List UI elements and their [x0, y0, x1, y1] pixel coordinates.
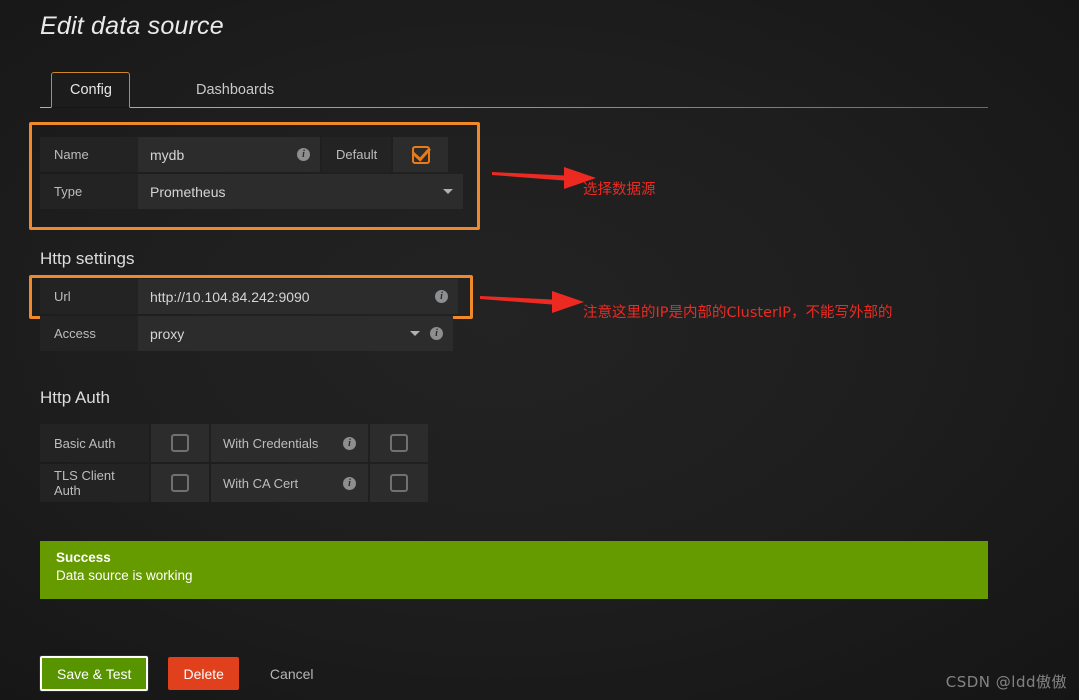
type-label: Type: [40, 174, 138, 209]
status-message: Data source is working: [56, 568, 193, 583]
info-icon[interactable]: i: [430, 327, 443, 340]
annotation-arrow-icon: [480, 291, 584, 313]
basic-auth-label: Basic Auth: [40, 424, 149, 462]
tab-config[interactable]: Config: [51, 72, 130, 108]
url-value: http://10.104.84.242:9090: [150, 288, 310, 305]
info-icon[interactable]: i: [297, 148, 310, 161]
tab-bar: Config Dashboards: [40, 72, 988, 108]
name-value: mydb: [150, 146, 185, 163]
name-row: Name mydb i Default: [40, 137, 465, 172]
tls-client-auth-checkbox[interactable]: [171, 474, 189, 492]
delete-button[interactable]: Delete: [168, 657, 239, 690]
tls-client-auth-checkbox-cell[interactable]: [151, 464, 209, 502]
basic-auth-checkbox-cell[interactable]: [151, 424, 209, 462]
status-banner: Success Data source is working: [40, 541, 988, 599]
chevron-down-icon[interactable]: [443, 189, 453, 194]
http-settings-section: Url http://10.104.84.242:9090 i Access p…: [40, 279, 465, 353]
default-checkbox[interactable]: [411, 145, 430, 164]
type-select[interactable]: Prometheus: [138, 174, 463, 209]
type-value: Prometheus: [150, 183, 226, 200]
http-settings-heading: Http settings: [40, 249, 135, 268]
url-label: Url: [40, 279, 138, 314]
tab-dashboards[interactable]: Dashboards: [178, 72, 292, 108]
tls-client-auth-label: TLS Client Auth: [40, 464, 149, 502]
auth-row: Basic Auth With Credentials i: [40, 424, 428, 462]
info-icon[interactable]: i: [435, 290, 448, 303]
with-credentials-label-cell: With Credentials i: [211, 424, 368, 462]
with-credentials-checkbox-cell[interactable]: [370, 424, 428, 462]
page-title: Edit data source: [40, 12, 224, 40]
with-credentials-checkbox[interactable]: [390, 434, 408, 452]
status-title: Success: [56, 550, 111, 565]
access-select[interactable]: proxy i: [138, 316, 453, 351]
auth-row: TLS Client Auth With CA Cert i: [40, 464, 428, 502]
default-checkbox-cell[interactable]: [393, 137, 449, 172]
watermark: CSDN @ldd傲傲: [945, 673, 1067, 691]
name-input[interactable]: mydb i: [138, 137, 320, 172]
annotation-text-datasource: 选择数据源: [583, 182, 656, 198]
with-ca-cert-label-cell: With CA Cert i: [211, 464, 368, 502]
url-row: Url http://10.104.84.242:9090 i: [40, 279, 465, 314]
access-row: Access proxy i: [40, 316, 465, 351]
url-input[interactable]: http://10.104.84.242:9090 i: [138, 279, 458, 314]
edit-data-source-page: Edit data source Config Dashboards Name …: [0, 0, 1079, 700]
info-icon[interactable]: i: [343, 476, 356, 490]
with-ca-cert-checkbox[interactable]: [390, 474, 408, 492]
default-label: Default: [322, 137, 392, 172]
info-icon[interactable]: i: [343, 436, 356, 450]
cancel-button[interactable]: Cancel: [255, 657, 329, 690]
http-auth-section: Basic Auth With Credentials i TLS Client…: [40, 424, 428, 504]
with-ca-cert-label: With CA Cert: [223, 475, 299, 491]
save-and-test-button[interactable]: Save & Test: [40, 656, 149, 691]
footer-actions: Save & Test Delete Cancel: [40, 656, 329, 691]
annotation-text-url: 注意这里的IP是内部的ClusterIP，不能写外部的: [583, 305, 893, 321]
type-row: Type Prometheus: [40, 174, 465, 209]
access-label: Access: [40, 316, 138, 351]
name-label: Name: [40, 137, 138, 172]
basic-auth-checkbox[interactable]: [171, 434, 189, 452]
chevron-down-icon[interactable]: [410, 331, 420, 336]
access-value: proxy: [150, 325, 185, 342]
http-auth-heading: Http Auth: [40, 388, 110, 407]
with-credentials-label: With Credentials: [223, 435, 319, 451]
with-ca-cert-checkbox-cell[interactable]: [370, 464, 428, 502]
datasource-section: Name mydb i Default Type Prometheus: [40, 137, 465, 211]
